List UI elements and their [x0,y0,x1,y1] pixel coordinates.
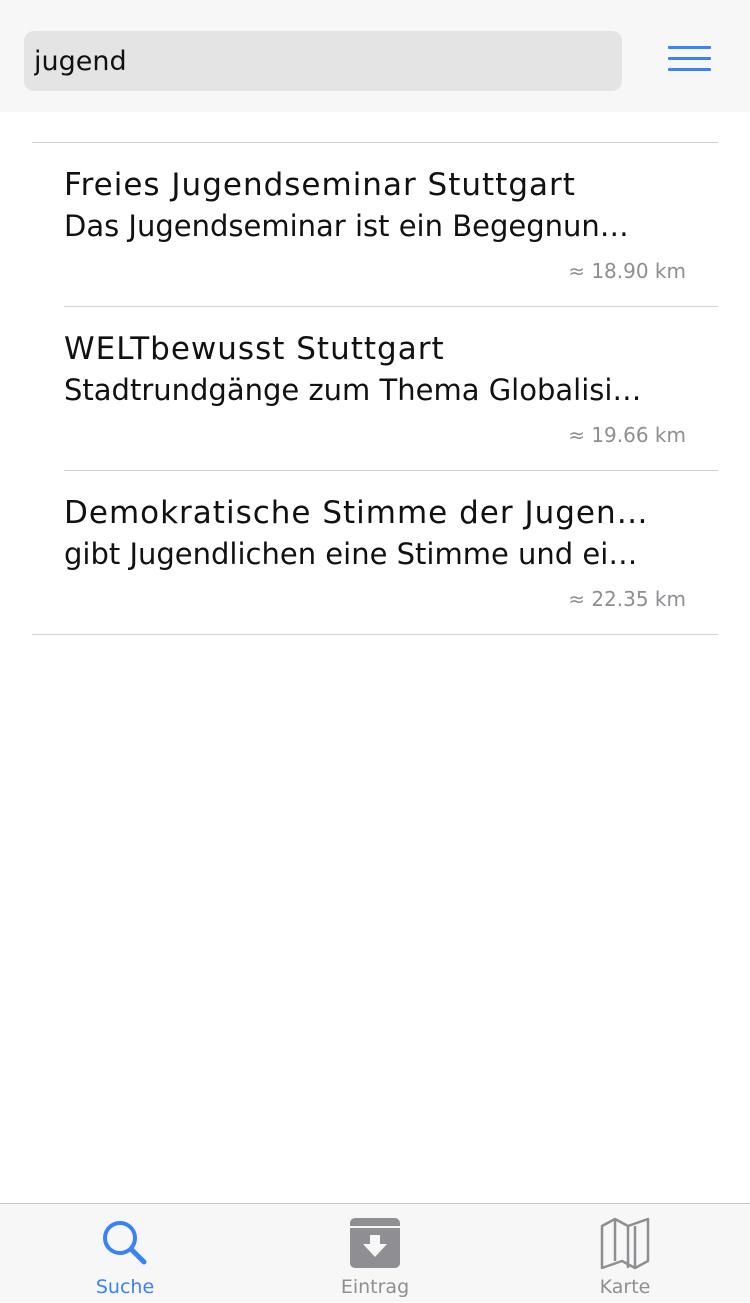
result-distance: ≈ 19.66 km [568,423,686,447]
top-bar [0,0,750,112]
menu-bar [668,57,711,60]
tab-label: Suche [95,1276,155,1298]
result-title: WELTbewusst Stuttgart [64,331,445,367]
divider [32,634,718,635]
result-title: Freies Jugendseminar Stuttgart [64,167,576,203]
hamburger-menu-icon[interactable] [668,44,712,74]
result-title: Demokratische Stimme der Jugen… [64,495,649,531]
results-list: Freies Jugendseminar Stuttgart Das Jugen… [32,142,718,635]
archive-download-icon [350,1218,400,1268]
result-distance: ≈ 22.35 km [568,587,686,611]
menu-bar [668,46,711,49]
result-distance: ≈ 18.90 km [568,259,686,283]
tab-eintrag[interactable]: Eintrag [250,1204,500,1303]
result-description: gibt Jugendlichen eine Stimme und ei… [64,537,638,571]
search-input[interactable] [34,45,622,77]
tab-label: Eintrag [340,1276,410,1298]
tab-suche[interactable]: Suche [0,1204,250,1303]
result-description: Das Jugendseminar ist ein Begegnun… [64,209,629,243]
search-field[interactable] [24,31,622,91]
result-description: Stadtrundgänge zum Thema Globalisi… [64,373,642,407]
list-item[interactable]: WELTbewusst Stuttgart Stadtrundgänge zum… [32,307,718,471]
list-item[interactable]: Demokratische Stimme der Jugen… gibt Jug… [32,471,718,635]
tab-label: Karte [599,1276,651,1298]
tab-karte[interactable]: Karte [500,1204,750,1303]
list-item[interactable]: Freies Jugendseminar Stuttgart Das Jugen… [32,143,718,307]
search-icon [103,1221,147,1265]
map-icon [600,1217,650,1270]
tab-bar: Suche Eintrag Karte [0,1203,750,1302]
menu-bar [668,68,711,71]
